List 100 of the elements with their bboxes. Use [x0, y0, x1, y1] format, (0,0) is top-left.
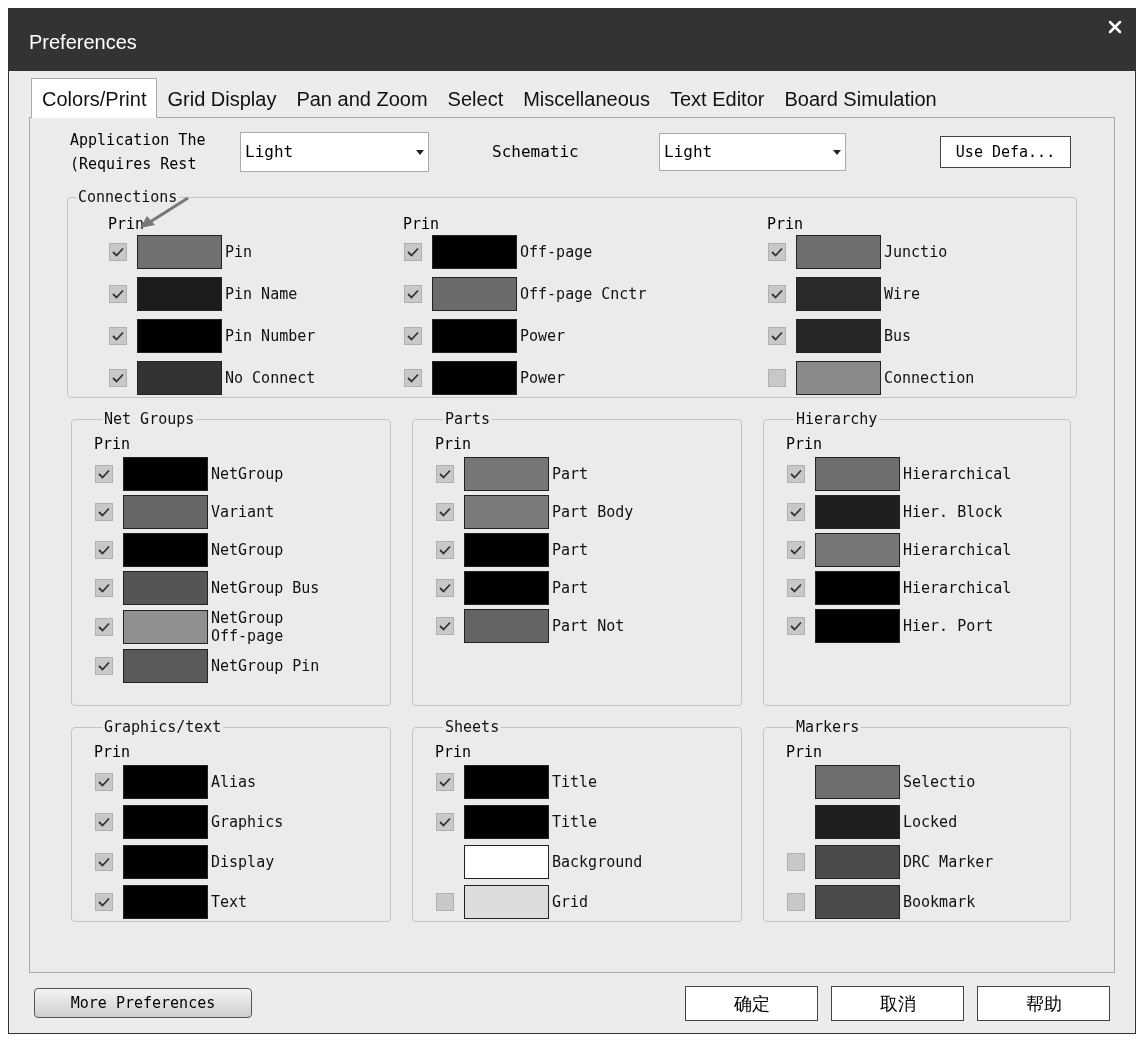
checkbox[interactable] — [436, 772, 454, 791]
color-swatch[interactable] — [123, 609, 208, 644]
color-swatch[interactable] — [123, 456, 208, 491]
color-swatch[interactable] — [123, 764, 208, 799]
checkbox[interactable] — [768, 368, 786, 387]
checkbox[interactable] — [787, 892, 805, 911]
checkbox[interactable] — [436, 540, 454, 559]
check-icon — [771, 330, 783, 341]
color-swatch[interactable] — [432, 276, 517, 311]
color-swatch[interactable] — [815, 764, 900, 799]
check-icon — [98, 582, 110, 593]
checkbox[interactable] — [787, 578, 805, 597]
color-swatch[interactable] — [464, 456, 549, 491]
color-swatch[interactable] — [796, 234, 881, 269]
checkbox[interactable] — [109, 242, 127, 261]
checkbox[interactable] — [436, 578, 454, 597]
color-swatch[interactable] — [464, 764, 549, 799]
checkbox[interactable] — [436, 464, 454, 483]
checkbox[interactable] — [95, 540, 113, 559]
checkbox[interactable] — [109, 284, 127, 303]
checkbox[interactable] — [95, 892, 113, 911]
color-swatch[interactable] — [464, 532, 549, 567]
caret-icon — [833, 149, 841, 155]
color-swatch[interactable] — [123, 844, 208, 879]
checkbox[interactable] — [95, 502, 113, 521]
color-swatch[interactable] — [137, 276, 222, 311]
checkbox[interactable] — [95, 812, 113, 831]
checkbox[interactable] — [436, 616, 454, 635]
color-swatch[interactable] — [815, 884, 900, 919]
color-swatch[interactable] — [815, 804, 900, 839]
checkbox[interactable] — [95, 464, 113, 483]
checkbox[interactable] — [436, 812, 454, 831]
color-swatch[interactable] — [796, 318, 881, 353]
checkbox[interactable] — [787, 540, 805, 559]
checkbox[interactable] — [787, 502, 805, 521]
color-swatch[interactable] — [137, 318, 222, 353]
color-swatch[interactable] — [815, 844, 900, 879]
color-swatch[interactable] — [815, 494, 900, 529]
check-icon — [98, 776, 110, 787]
checkbox[interactable] — [404, 284, 422, 303]
checkbox[interactable] — [95, 578, 113, 597]
checkbox[interactable] — [436, 502, 454, 521]
color-swatch[interactable] — [464, 608, 549, 643]
check-icon — [439, 506, 451, 517]
tab[interactable]: Pan and Zoom — [286, 81, 438, 117]
color-swatch[interactable] — [464, 884, 549, 919]
schematic-dropdown[interactable]: Light — [659, 133, 846, 171]
checkbox[interactable] — [787, 464, 805, 483]
use-defaults-button[interactable]: Use Defa... — [940, 136, 1071, 168]
color-swatch[interactable] — [123, 884, 208, 919]
checkbox[interactable] — [95, 852, 113, 871]
check-icon — [112, 330, 124, 341]
color-swatch[interactable] — [815, 456, 900, 491]
checkbox[interactable] — [768, 326, 786, 345]
color-swatch[interactable] — [464, 570, 549, 605]
checkbox[interactable] — [787, 852, 805, 871]
checkbox[interactable] — [436, 892, 454, 911]
color-label: Hier. Port — [903, 616, 994, 635]
checkbox[interactable] — [768, 284, 786, 303]
color-swatch[interactable] — [796, 276, 881, 311]
color-swatch[interactable] — [464, 494, 549, 529]
color-swatch[interactable] — [464, 844, 549, 879]
checkbox[interactable] — [404, 326, 422, 345]
checkbox[interactable] — [404, 242, 422, 261]
color-swatch[interactable] — [123, 648, 208, 683]
color-swatch[interactable] — [796, 360, 881, 395]
color-swatch[interactable] — [815, 608, 900, 643]
color-swatch[interactable] — [464, 804, 549, 839]
tab[interactable]: Board Simulation — [774, 81, 947, 117]
dialog-button[interactable]: 帮助 — [977, 985, 1110, 1021]
tab[interactable]: Grid Display — [157, 81, 287, 117]
color-swatch[interactable] — [137, 234, 222, 269]
color-swatch[interactable] — [432, 318, 517, 353]
color-swatch[interactable] — [123, 804, 208, 839]
tab[interactable]: Select — [437, 81, 514, 117]
color-swatch[interactable] — [123, 494, 208, 529]
color-swatch[interactable] — [815, 570, 900, 605]
checkbox[interactable] — [95, 656, 113, 675]
tab[interactable]: Colors/Print — [31, 78, 158, 118]
color-swatch[interactable] — [432, 234, 517, 269]
tab[interactable]: Text Editor — [659, 81, 775, 117]
color-swatch[interactable] — [123, 532, 208, 567]
color-swatch[interactable] — [815, 532, 900, 567]
color-swatch[interactable] — [123, 570, 208, 605]
check-icon — [439, 816, 451, 827]
theme-dropdown[interactable]: Light — [240, 132, 429, 172]
checkbox[interactable] — [109, 368, 127, 387]
checkbox[interactable] — [95, 617, 113, 636]
group-title: Sheets — [444, 717, 501, 738]
checkbox[interactable] — [404, 368, 422, 387]
color-swatch[interactable] — [137, 360, 222, 395]
checkbox[interactable] — [95, 772, 113, 791]
checkbox[interactable] — [109, 326, 127, 345]
more-preferences-button[interactable]: More Preferences — [34, 988, 252, 1018]
dialog-button[interactable]: 确定 — [685, 985, 818, 1021]
dialog-button[interactable]: 取消 — [831, 985, 964, 1021]
checkbox[interactable] — [787, 616, 805, 635]
checkbox[interactable] — [768, 242, 786, 261]
tab[interactable]: Miscellaneous — [513, 81, 660, 117]
color-swatch[interactable] — [432, 360, 517, 395]
